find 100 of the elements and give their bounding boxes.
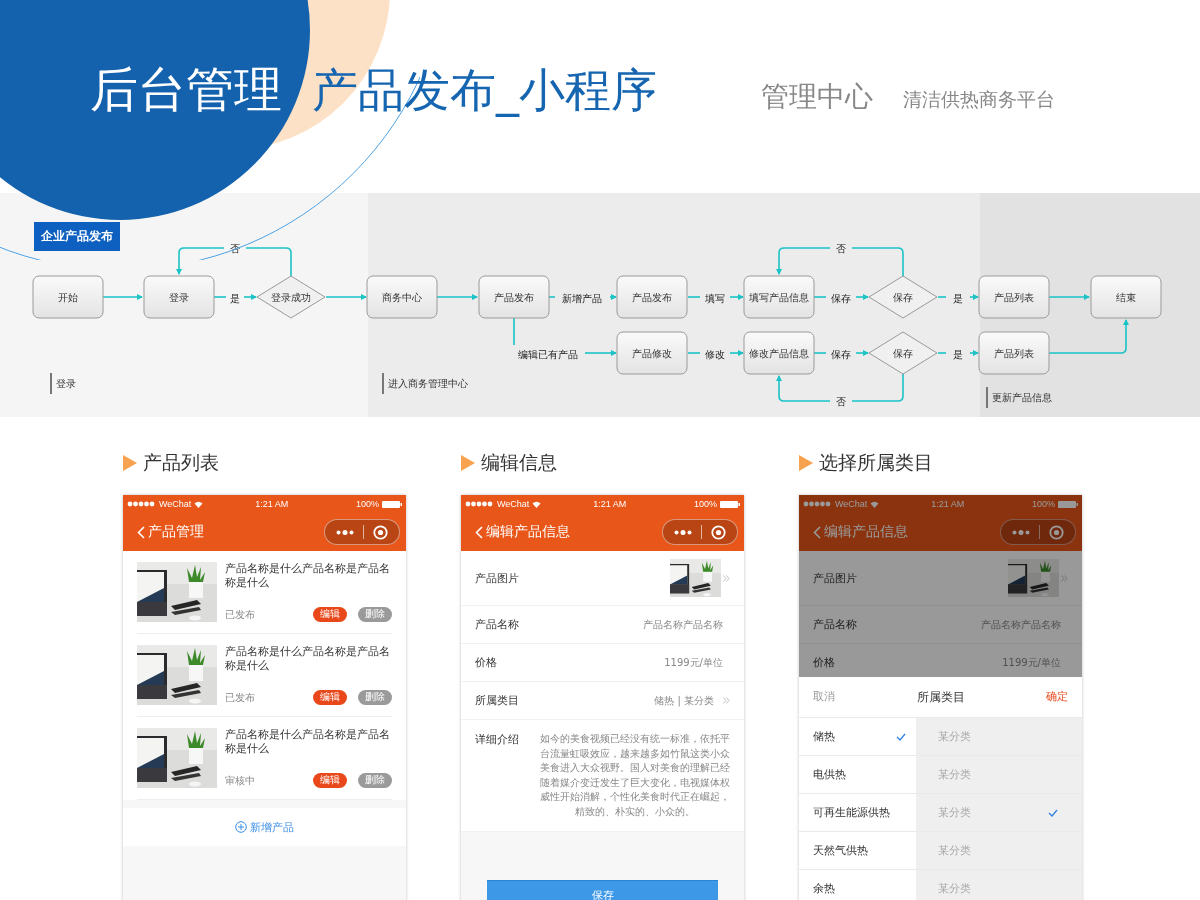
field-value: 储热 | 某分类 — [654, 693, 715, 708]
nav-title: 编辑产品信息 — [824, 523, 908, 541]
flow-arrow — [436, 294, 478, 300]
signal-icon — [127, 501, 155, 507]
product-item[interactable]: 产品名称是什么产品名称是产品名称是什么 已发布 编辑 删除 — [137, 634, 392, 717]
connector-line — [513, 317, 515, 346]
edit-button[interactable]: 编辑 — [313, 773, 347, 788]
product-status: 审核中 — [225, 773, 255, 788]
more-icon[interactable] — [1011, 529, 1030, 535]
field-label: 所属类目 — [475, 693, 519, 708]
chevron-icon — [723, 574, 730, 582]
edge-label: 填写 — [705, 293, 725, 304]
field-label: 价格 — [475, 655, 497, 670]
process-node: 产品列表 — [978, 275, 1050, 319]
category-option[interactable]: 余热 — [799, 869, 916, 900]
back-icon[interactable] — [137, 525, 145, 539]
edge-label: 否 — [230, 243, 240, 254]
category-option[interactable]: 天然气供热 — [799, 831, 916, 869]
battery-level: 100% — [355, 499, 379, 509]
edge-label: 修改 — [705, 349, 725, 360]
flow-arrow — [176, 247, 225, 275]
carrier-name: WeChat — [159, 499, 192, 509]
page-title: 后台管理 — [90, 60, 282, 119]
field-value: 产品名称产品名称 — [643, 617, 724, 632]
form-row[interactable]: 价格 1199元/单位 — [461, 644, 744, 682]
process-node: 产品列表 — [978, 331, 1050, 375]
more-icon[interactable] — [673, 529, 692, 535]
edit-button[interactable]: 编辑 — [313, 607, 347, 622]
flow-arrow — [1048, 294, 1090, 300]
section-heading: 编辑信息 — [481, 450, 557, 475]
connector-line — [245, 247, 292, 277]
connector-line — [687, 352, 701, 354]
connector-line — [813, 296, 827, 298]
more-icon[interactable] — [335, 529, 354, 535]
form-row[interactable]: 产品图片 — [461, 551, 744, 606]
wifi-icon — [870, 500, 880, 508]
back-icon[interactable] — [813, 525, 821, 539]
confirm-button[interactable]: 确定 — [1046, 690, 1068, 704]
product-item[interactable]: 产品名称是什么产品名称是产品名称是什么 已发布 编辑 删除 — [137, 551, 392, 634]
carrier-name: WeChat — [835, 499, 868, 509]
section-heading: 产品列表 — [143, 450, 219, 475]
battery-icon — [1058, 500, 1078, 508]
process-node: 产品发布 — [616, 275, 688, 319]
flow-arrow — [243, 294, 257, 300]
target-icon[interactable] — [711, 524, 727, 540]
triangle-icon — [123, 455, 137, 471]
category-option[interactable]: 储热 — [799, 717, 916, 755]
add-product-button[interactable]: 新增产品 — [123, 808, 406, 846]
flow-arrow — [855, 350, 869, 356]
process-node: 修改产品信息 — [743, 331, 815, 375]
description-text: 如今的美食视频已经没有统一标准，依托平台流量虹吸效应，越来越多如竹鼠这类小众美食进入大众视野。国人对美食的理解已经随着媒介变迁发生了巨大变化，电视媒体权威性开始消解，个性化美食时代正在崛起，精致的、朴实的、小众的。 — [540, 732, 730, 819]
category-option[interactable]: 电供热 — [799, 755, 916, 793]
cancel-button[interactable]: 取消 — [813, 690, 835, 704]
wifi-icon — [532, 500, 542, 508]
menu-capsule[interactable] — [662, 519, 738, 545]
form-row[interactable]: 产品名称 产品名称产品名称 — [461, 606, 744, 644]
battery-icon — [720, 500, 740, 508]
nav-title: 产品管理 — [148, 523, 204, 541]
product-status: 已发布 — [225, 607, 255, 622]
form-row[interactable]: 产品图片 — [799, 551, 1082, 606]
product-item[interactable]: 产品名称是什么产品名称是产品名称是什么 审核中 编辑 删除 — [137, 717, 392, 800]
wifi-icon — [194, 500, 204, 508]
decision-node: 保存 — [868, 331, 938, 375]
add-icon — [235, 821, 247, 833]
flow-arrow — [584, 350, 617, 356]
edge-label: 新增产品 — [562, 293, 602, 304]
field-label: 价格 — [813, 655, 835, 670]
nav-title: 编辑产品信息 — [486, 523, 570, 541]
chevron-icon — [723, 697, 730, 704]
menu-capsule[interactable] — [324, 519, 400, 545]
status-time: 1:21 AM — [593, 499, 627, 509]
edge-label: 是 — [953, 293, 963, 304]
stage-note: 更新产品信息 — [986, 387, 1052, 408]
field-label: 产品图片 — [475, 570, 519, 586]
target-icon[interactable] — [373, 524, 389, 540]
field-label: 产品名称 — [813, 617, 857, 632]
process-node: 登录 — [143, 275, 215, 319]
stage-note: 登录 — [50, 373, 76, 394]
edge-label: 否 — [836, 243, 846, 254]
platform-name: 清洁供热商务平台 — [903, 87, 1055, 112]
flow-arrow — [969, 350, 979, 356]
edge-label: 保存 — [831, 293, 851, 304]
target-icon[interactable] — [1049, 524, 1065, 540]
edge-label: 否 — [836, 396, 846, 407]
edge-label: 是 — [953, 349, 963, 360]
field-label: 产品名称 — [475, 617, 519, 632]
form-row[interactable]: 所属类目 储热 | 某分类 — [461, 682, 744, 720]
back-icon[interactable] — [475, 525, 483, 539]
connector-line — [687, 296, 701, 298]
category-option[interactable]: 可再生能源供热 — [799, 793, 916, 831]
connector-line — [937, 296, 947, 298]
battery-icon — [382, 500, 402, 508]
form-row[interactable]: 详细介绍 如今的美食视频已经没有统一标准，依托平台流量虹吸效应，越来越多如竹鼠这类小众美食进入大众视野。国人对美食的理解已经随着媒介变迁发生了巨大变化，电视媒体权威性开始消解，个性化美食时代正在崛起，精致的、朴实的、小众的。 — [461, 720, 744, 832]
status-time: 1:21 AM — [931, 499, 965, 509]
flow-arrow — [729, 350, 744, 356]
edit-button[interactable]: 编辑 — [313, 690, 347, 705]
flow-arrow — [969, 294, 979, 300]
decision-node: 保存 — [868, 275, 938, 319]
connector-line — [213, 296, 227, 298]
decision-node: 登录成功 — [256, 275, 326, 319]
